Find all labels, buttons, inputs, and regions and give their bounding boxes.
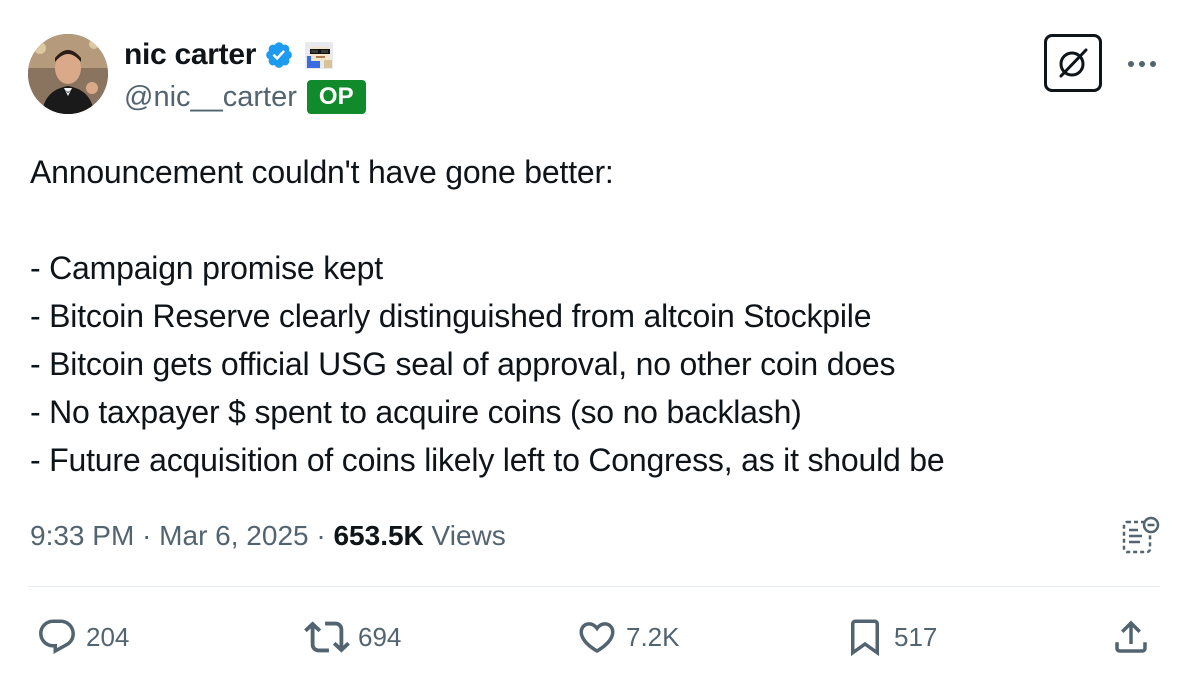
- author-handle[interactable]: @nic__carter: [124, 81, 297, 114]
- tweet-text-line: - Bitcoin gets official USG seal of appr…: [30, 346, 896, 382]
- tweet-date[interactable]: Mar 6, 2025: [159, 520, 308, 552]
- meta-separator: ·: [134, 520, 160, 551]
- author-display-name[interactable]: nic carter: [124, 38, 256, 72]
- community-notes-button[interactable]: [1118, 514, 1162, 558]
- tweet-card: nic carter @nic__carter OP Announcement …: [0, 0, 1198, 684]
- tweet-text-line: [30, 196, 1170, 244]
- like-count: 7.2K: [626, 621, 680, 652]
- like-button[interactable]: 7.2K: [576, 616, 680, 658]
- author-handle-row: @nic__carter OP: [124, 78, 366, 116]
- op-badge: OP: [306, 80, 366, 114]
- divider: [28, 586, 1160, 587]
- repost-button[interactable]: 694: [304, 616, 401, 658]
- reply-count: 204: [86, 621, 130, 652]
- views-label: Views: [423, 520, 506, 551]
- heart-icon: [579, 622, 615, 654]
- bookmark-icon: [851, 619, 879, 657]
- verified-badge-icon[interactable]: [264, 40, 294, 70]
- share-icon: [1115, 620, 1147, 653]
- grok-button[interactable]: [1044, 34, 1102, 92]
- more-dots-icon: [1128, 61, 1156, 67]
- bookmark-button[interactable]: 517: [844, 616, 937, 658]
- tweet-text-line: Announcement couldn't have gone better:: [30, 154, 614, 190]
- community-notes-icon: [1122, 516, 1160, 554]
- repost-count: 694: [358, 621, 402, 652]
- share-button[interactable]: [1110, 616, 1152, 658]
- tweet-text: Announcement couldn't have gone better: …: [30, 148, 1170, 484]
- tweet-text-line: - Campaign promise kept: [30, 250, 383, 286]
- grok-icon: [1059, 48, 1088, 78]
- reply-icon: [39, 619, 75, 654]
- reply-button[interactable]: 204: [36, 616, 129, 658]
- tweet-text-line: - Bitcoin Reserve clearly distinguished …: [30, 298, 872, 334]
- avatar[interactable]: [28, 34, 108, 114]
- cool-face-emoji-icon: [302, 38, 336, 72]
- tweet-text-line: - No taxpayer $ spent to acquire coins (…: [30, 394, 802, 430]
- tweet-text-line: - Future acquisition of coins likely lef…: [30, 442, 945, 478]
- retweet-icon: [304, 621, 350, 653]
- author-name-row: nic carter: [124, 36, 336, 74]
- bookmark-count: 517: [894, 621, 938, 652]
- meta-separator: ·: [308, 520, 334, 551]
- views-count[interactable]: 653.5K: [333, 520, 423, 552]
- tweet-meta: 9:33 PM · Mar 6, 2025 · 653.5K Views: [30, 516, 506, 556]
- more-options-button[interactable]: [1124, 46, 1160, 82]
- tweet-time[interactable]: 9:33 PM: [30, 520, 134, 552]
